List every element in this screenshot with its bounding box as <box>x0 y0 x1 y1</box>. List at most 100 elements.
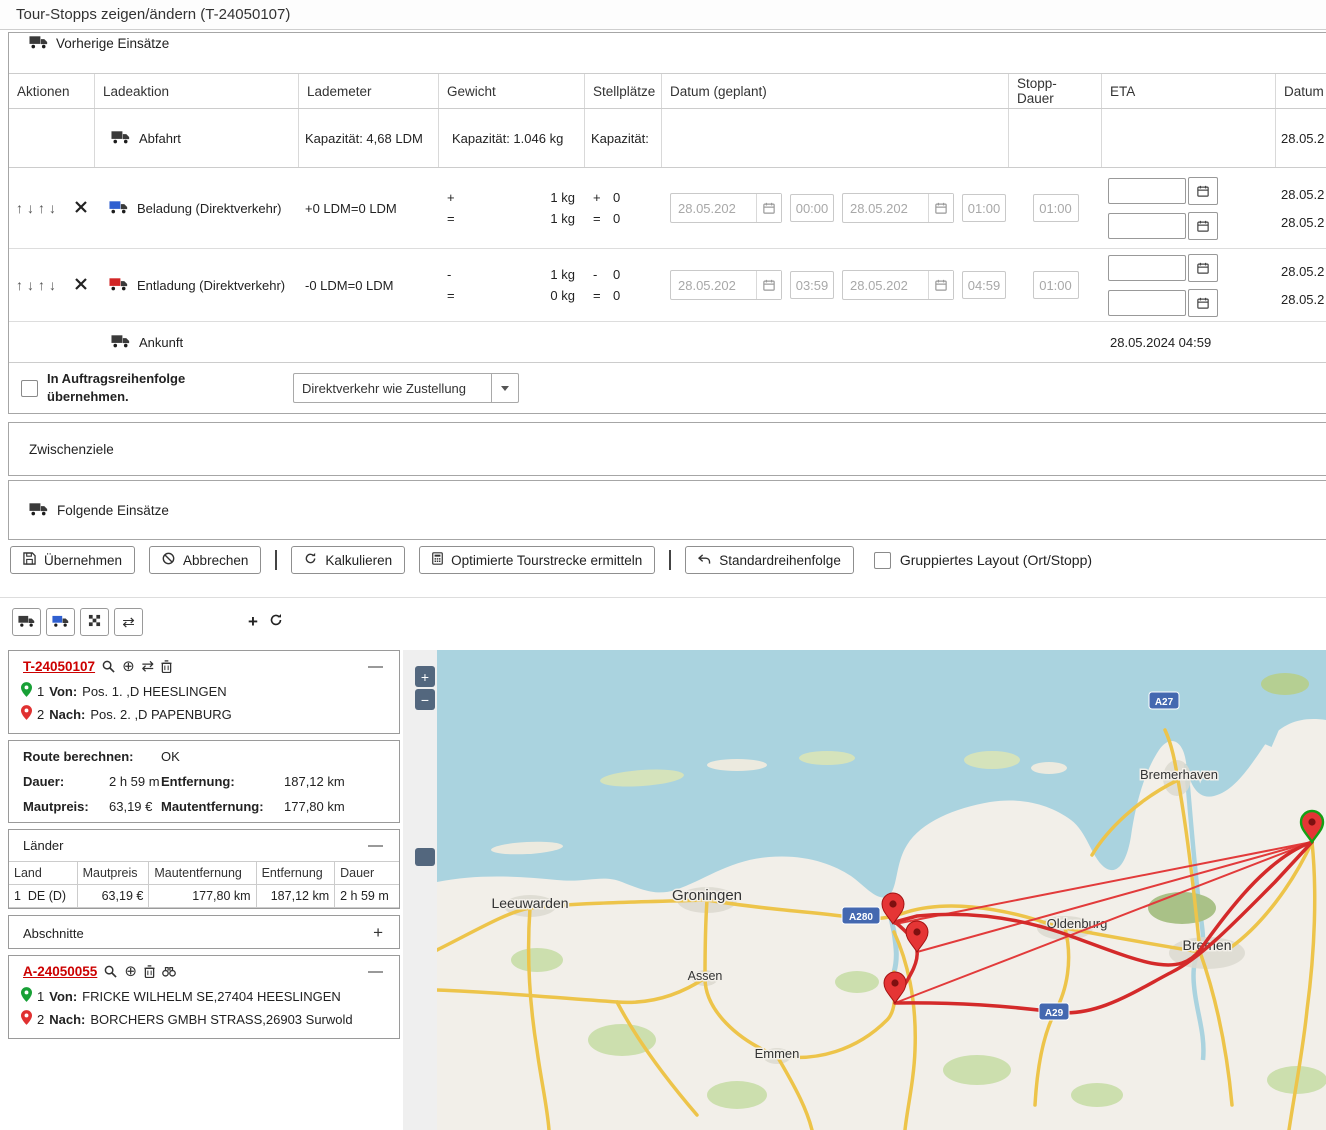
mautpreis-label: Mautpreis: <box>23 799 89 814</box>
beladung-plan-to-time-input[interactable] <box>962 194 1006 222</box>
laender-col-land: Land <box>9 861 78 885</box>
laender-col-dauer: Dauer <box>334 861 399 885</box>
undo-icon <box>698 553 711 568</box>
table-header-row: Aktionen Ladeaktion Lademeter Gewicht St… <box>9 74 1326 109</box>
calendar-icon[interactable] <box>756 271 781 299</box>
entladung-plan-from-date-input[interactable] <box>671 271 756 299</box>
beladung-plan-to-date-input[interactable] <box>843 194 928 222</box>
calendar-icon[interactable] <box>756 194 781 222</box>
calendar-icon[interactable] <box>928 271 953 299</box>
abbrechen-button[interactable]: Abbrechen <box>149 546 262 574</box>
direktverkehr-select[interactable]: Direktverkehr wie Zustellung <box>293 373 519 403</box>
chevron-down-icon[interactable] <box>491 374 518 402</box>
motorway-badge-a29: A29 <box>1038 1002 1070 1021</box>
entladung-eta-to-input[interactable] <box>1108 289 1186 316</box>
order-card: A-24050055 ⊕ — 1 Von: FRICKE WILHELM SE,2… <box>8 955 400 1039</box>
zoom-out-button[interactable]: − <box>415 689 435 710</box>
order-id-link[interactable]: A-24050055 <box>23 964 97 979</box>
tour-id-link[interactable]: T-24050107 <box>23 659 95 674</box>
search-icon[interactable] <box>102 660 115 673</box>
beladung-stellplaetze: +0 = 0 <box>593 190 621 226</box>
add-button[interactable]: + <box>245 612 261 632</box>
move-up-icon[interactable]: ↑ <box>15 200 24 216</box>
save-icon <box>23 552 36 568</box>
page-title: Tour-Stopps zeigen/ändern (T-24050107) <box>16 6 291 23</box>
expand-icon[interactable]: + <box>373 923 383 943</box>
standardreihenfolge-button[interactable]: Standardreihenfolge <box>685 546 854 574</box>
laender-col-mautentfernung: Mautentfernung <box>148 861 257 885</box>
move-down-icon[interactable]: ↓ <box>48 277 57 293</box>
tour-nach-row: 2 Nach: Pos. 2. ,D PAPENBURG <box>9 703 399 726</box>
collapse-icon[interactable]: — <box>368 837 383 854</box>
calendar-icon[interactable] <box>928 194 953 222</box>
crosshair-icon[interactable]: ⊕ <box>122 659 135 674</box>
beladung-plan-from-date-input[interactable] <box>671 194 756 222</box>
move-icon[interactable] <box>75 200 87 216</box>
uebernehmen-button[interactable]: Übernehmen <box>10 546 136 574</box>
splitter-handle-icon[interactable] <box>415 848 435 866</box>
swap-view-button[interactable]: ⇄ <box>114 608 143 636</box>
beladung-eta-from-input[interactable] <box>1108 177 1186 204</box>
calendar-icon[interactable] <box>1188 176 1218 205</box>
truck-icon <box>111 334 130 351</box>
previous-deployments-section[interactable]: Vorherige Einsätze <box>9 33 1326 74</box>
grouped-view-button[interactable] <box>80 608 109 636</box>
svg-text:A280: A280 <box>849 912 873 923</box>
entladung-plan-to-date-input[interactable] <box>843 271 928 299</box>
move-up-icon[interactable]: ↑ <box>15 277 24 293</box>
search-icon[interactable] <box>104 965 117 978</box>
calendar-icon[interactable] <box>1188 253 1218 282</box>
route-info-card: Route berechnen: OK Dauer: 2 h 59 m Entf… <box>8 740 400 823</box>
show-orders-button[interactable] <box>46 608 75 636</box>
beladung-eta-to-input[interactable] <box>1108 212 1186 239</box>
abschnitte-title: Abschnitte <box>23 925 84 941</box>
unloading-truck-icon <box>109 277 128 294</box>
col-header-lademeter: Lademeter <box>299 74 439 108</box>
move-down-icon[interactable]: ↓ <box>48 200 57 216</box>
swap-icon[interactable]: ⇄ <box>142 659 155 674</box>
entladung-eta-from-input[interactable] <box>1108 254 1186 281</box>
beladung-plan-from-time-input[interactable] <box>790 194 834 222</box>
optimierte-tourstrecke-button[interactable]: Optimierte Tourstrecke ermitteln <box>419 546 656 574</box>
entladung-stopp-dauer-input[interactable] <box>1032 271 1079 299</box>
collapse-icon[interactable]: — <box>368 658 383 675</box>
city-label-emmen: Emmen <box>755 1046 800 1061</box>
entladung-plan-to-time-input[interactable] <box>962 271 1006 299</box>
crosshair-icon[interactable]: ⊕ <box>124 964 137 979</box>
zoom-in-button[interactable]: + <box>415 666 435 687</box>
cancel-icon <box>162 552 175 568</box>
move-up-icon[interactable]: ↑ <box>37 277 46 293</box>
trash-icon[interactable] <box>161 660 172 673</box>
trash-icon[interactable] <box>144 965 155 978</box>
binoculars-icon[interactable] <box>162 966 176 977</box>
beladung-gewicht: +1 kg = 1 kg <box>447 190 575 226</box>
order-nach-row: 2 Nach: BORCHERS GMBH STRASS,26903 Surwol… <box>9 1008 399 1031</box>
move-down-icon[interactable]: ↓ <box>26 277 35 293</box>
kalkulieren-button[interactable]: Kalkulieren <box>291 546 406 574</box>
laender-card: Länder — Land Mautpreis Mautentfernung E… <box>8 829 400 909</box>
move-icon[interactable] <box>75 277 87 293</box>
beladung-stopp-dauer-input[interactable] <box>1032 194 1079 222</box>
entladung-plan-from-time-input[interactable] <box>790 271 834 299</box>
auftragsreihenfolge-label: In Auftragsreihenfolge übernehmen. <box>47 371 186 404</box>
move-up-icon[interactable]: ↑ <box>37 200 46 216</box>
entladung-label: Entladung (Direktverkehr) <box>137 277 286 293</box>
swap-icon: ⇄ <box>122 613 135 631</box>
show-tours-button[interactable] <box>12 608 41 636</box>
gruppiertes-layout-checkbox[interactable] <box>873 551 891 569</box>
calendar-icon[interactable] <box>1188 211 1218 240</box>
map-toolbar: ⇄ + <box>12 608 286 636</box>
move-down-icon[interactable]: ↓ <box>26 200 35 216</box>
auftragsreihenfolge-checkbox[interactable] <box>21 379 38 397</box>
zwischenziele-section[interactable]: Zwischenziele <box>8 422 1326 476</box>
calendar-icon[interactable] <box>1188 288 1218 317</box>
folgende-einsaetze-section[interactable]: Folgende Einsätze <box>8 480 1326 540</box>
col-header-stellplaetze: Stellplätze <box>585 74 662 108</box>
loading-truck-icon <box>109 200 128 217</box>
route-berechnen-label: Route berechnen: <box>23 749 134 764</box>
refresh-button[interactable] <box>266 612 286 632</box>
green-pin-icon <box>21 987 32 1005</box>
route-map[interactable]: Leeuwarden Groningen Assen Emmen Oldenbu… <box>437 650 1326 1130</box>
collapse-icon[interactable]: — <box>368 963 383 980</box>
ankunft-label: Ankunft <box>139 334 184 350</box>
